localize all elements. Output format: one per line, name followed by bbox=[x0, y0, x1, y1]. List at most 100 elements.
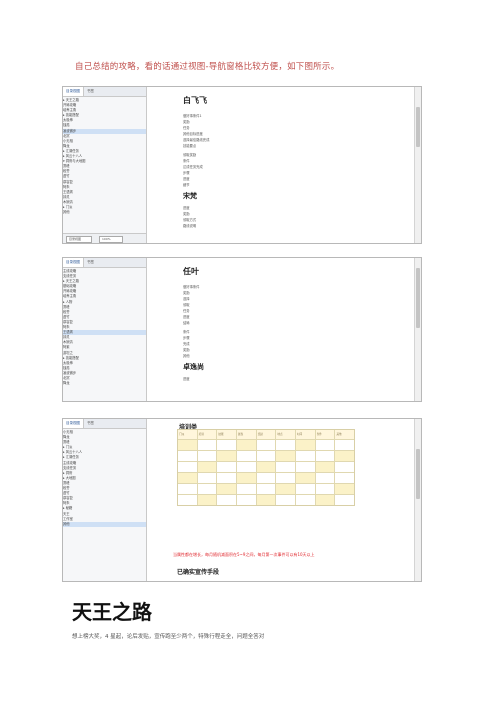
table-header-cell: 其他 bbox=[336, 433, 342, 436]
doc-line: 结局 bbox=[183, 321, 190, 325]
doc-line: 任务 bbox=[183, 126, 190, 130]
navigation-pane: 目录视图 书签 小无相 降龙 萧峰 ▸ 门派 ▸ 风云十八人 ▸ 江湖任务 主线攻略 … bbox=[63, 419, 147, 581]
table-cell bbox=[276, 484, 297, 494]
table-cell bbox=[335, 440, 354, 450]
table-cell bbox=[178, 451, 198, 461]
doc-line: 进度 bbox=[183, 377, 190, 381]
section-body: 想上榜大奖，4 星起，论后发贴，宣传跑至少两个，特殊行程走全，问题全答对 bbox=[72, 634, 265, 640]
table-row bbox=[178, 440, 354, 451]
tab-bookmark[interactable]: 书签 bbox=[84, 419, 97, 428]
table-cell bbox=[237, 440, 257, 450]
table-cell bbox=[296, 484, 316, 494]
table-cell bbox=[335, 495, 354, 505]
tab-bookmark[interactable]: 书签 bbox=[84, 87, 97, 96]
table-cell bbox=[316, 451, 336, 461]
doc-line: 完成 bbox=[183, 342, 190, 346]
doc-heading: 卓逸尚 bbox=[183, 362, 204, 371]
tab-outline[interactable]: 目录视图 bbox=[63, 419, 84, 428]
doc-line: 任务 bbox=[183, 309, 190, 313]
table-cell bbox=[335, 473, 354, 483]
doc-line: 选择最佳路线完成 bbox=[183, 138, 210, 142]
table-header-cell: 地点 bbox=[276, 430, 297, 439]
table-header-cell: 门派 bbox=[178, 430, 198, 439]
screenshot-3: 目录视图 书签 小无相 降龙 萧峰 ▸ 门派 ▸ 风云十八人 ▸ 江湖任务 主线攻略 … bbox=[62, 418, 422, 582]
table-cell bbox=[316, 473, 336, 483]
table-cell bbox=[178, 484, 198, 494]
doc-line: 做好事条件 bbox=[183, 285, 200, 289]
table-cell bbox=[316, 484, 336, 494]
doc-line: 进度 bbox=[183, 315, 190, 319]
table-cell bbox=[276, 473, 297, 483]
table-cell bbox=[335, 451, 355, 461]
doc-line: 进度 bbox=[183, 206, 190, 210]
navigation-pane: 目录视图 书签 ▸ 天王之路 开局攻略 培养主角 ▸ 技能搭配 太极拳 独孤 凌波… bbox=[63, 87, 147, 243]
table-row bbox=[178, 451, 355, 462]
table-cell bbox=[217, 484, 238, 494]
doc-line: 达成任务完成 bbox=[183, 165, 203, 169]
doc-line: 步骤 bbox=[183, 171, 190, 175]
tab-bookmark[interactable]: 书签 bbox=[84, 258, 97, 267]
table-cell bbox=[217, 462, 238, 472]
table-cell bbox=[276, 495, 297, 505]
zoom-select[interactable]: 100% bbox=[99, 236, 123, 243]
table-cell bbox=[296, 440, 316, 450]
doc-heading: 已确实宣传手段 bbox=[177, 569, 220, 576]
table-cell bbox=[276, 451, 297, 461]
document-pane: 培训类 门派 培训 技能 属性 奖励 地点 时间 条件 其他 当属性都在增长，每月随机减面积在5~9… bbox=[147, 419, 414, 581]
table-row bbox=[178, 484, 355, 495]
table-cell bbox=[296, 451, 316, 461]
doc-line: 选择 bbox=[183, 297, 190, 301]
table-cell bbox=[217, 473, 238, 483]
table-cell bbox=[296, 473, 316, 483]
table-cell bbox=[237, 451, 257, 461]
doc-line: 做好事条件1 bbox=[183, 114, 202, 118]
table-cell bbox=[178, 473, 198, 483]
table-cell bbox=[315, 462, 336, 472]
doc-line: 其他目标进度 bbox=[183, 132, 203, 136]
nav-tree: 主线攻略 支线任务 ▸ 天王之路 基础攻略 开局攻略 培养主角 ▸ 人物 萧峰 段誉… bbox=[63, 268, 146, 387]
table-header-cell: 技能 bbox=[217, 430, 238, 439]
table-cell bbox=[178, 495, 198, 505]
table-cell bbox=[197, 495, 218, 505]
doc-line: 技能要点 bbox=[183, 144, 197, 148]
nav-item[interactable]: 降龙 bbox=[63, 381, 146, 386]
doc-line: 条件 bbox=[183, 159, 190, 163]
table-cell bbox=[237, 484, 257, 494]
tab-outline[interactable]: 目录视图 bbox=[63, 87, 84, 96]
table-cell bbox=[217, 451, 238, 461]
doc-line: 路线说明 bbox=[183, 224, 197, 228]
table-cell bbox=[197, 462, 218, 472]
doc-heading: 任叶 bbox=[183, 266, 199, 276]
view-select[interactable]: 目录视图 bbox=[66, 236, 92, 243]
section-title: 天王之路 bbox=[72, 600, 152, 624]
table-cell bbox=[198, 473, 218, 483]
tab-outline[interactable]: 目录视图 bbox=[63, 258, 84, 267]
doc-line: 奖励 bbox=[183, 212, 190, 216]
doc-line: 其他 bbox=[183, 354, 190, 358]
table-cell bbox=[315, 495, 336, 505]
table-cell bbox=[256, 462, 277, 472]
table-row bbox=[178, 495, 354, 505]
table-cell bbox=[335, 462, 354, 472]
doc-line: 奖励 bbox=[183, 120, 190, 124]
table-header-cell: 属性 bbox=[237, 430, 257, 439]
table-cell bbox=[217, 440, 238, 450]
table-cell bbox=[257, 484, 277, 494]
navigation-pane: 目录视图 书签 主线攻略 支线任务 ▸ 天王之路 基础攻略 开局攻略 培养主角 ▸ … bbox=[63, 258, 147, 401]
doc-line: 领取奖励 bbox=[183, 153, 197, 157]
scrollbar[interactable] bbox=[414, 419, 421, 581]
doc-line: 领取 bbox=[183, 303, 190, 307]
nav-item[interactable]: 其他 bbox=[63, 210, 146, 215]
table-cell bbox=[178, 462, 198, 472]
table-cell bbox=[178, 440, 198, 450]
nav-item[interactable]: 其他 bbox=[63, 521, 146, 527]
table-cell bbox=[276, 462, 297, 472]
scrollbar[interactable] bbox=[414, 87, 421, 243]
scrollbar[interactable] bbox=[414, 258, 421, 401]
table-cell bbox=[198, 484, 218, 494]
intro-text: 自己总结的攻略，看的话通过视图-导航窗格比较方便，如下图所示。 bbox=[75, 62, 340, 72]
screenshot-2: 目录视图 书签 主线攻略 支线任务 ▸ 天王之路 基础攻略 开局攻略 培养主角 ▸ … bbox=[62, 257, 422, 402]
table-row bbox=[178, 462, 354, 473]
table-header-cell: 培训 bbox=[198, 430, 218, 439]
table-cell bbox=[237, 462, 257, 472]
